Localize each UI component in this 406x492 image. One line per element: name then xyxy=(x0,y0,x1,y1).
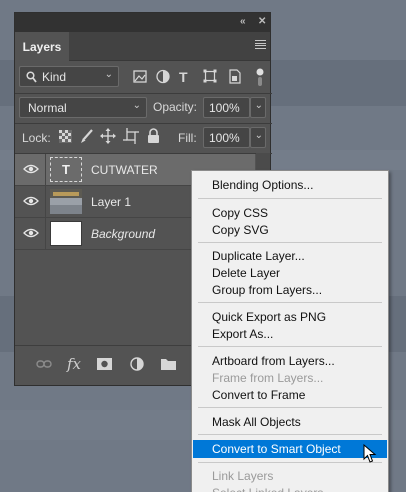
chevron-down-icon: ⌄ xyxy=(132,100,141,111)
panel-tabbar: Layers xyxy=(15,32,270,61)
chevron-down-icon: ⌄ xyxy=(254,130,263,141)
lock-position-icon[interactable] xyxy=(100,128,116,144)
menu-item-copy-svg[interactable]: Copy SVG xyxy=(193,221,387,239)
layer-name: Background xyxy=(91,227,156,241)
visibility-eye-icon[interactable] xyxy=(23,195,39,207)
chevron-down-icon: ⌄ xyxy=(104,69,113,80)
filter-type-icon[interactable]: T xyxy=(179,70,188,84)
filter-adjustment-icon[interactable] xyxy=(156,69,170,84)
visibility-eye-icon[interactable] xyxy=(23,163,39,175)
divider xyxy=(45,218,46,250)
blend-row: Normal ⌄ Opacity: 100% ⌄ xyxy=(15,94,272,122)
filter-smart-object-icon[interactable] xyxy=(228,69,241,84)
menu-separator xyxy=(198,242,382,243)
menu-item-export-as[interactable]: Export As... xyxy=(193,325,387,343)
layer-name: Layer 1 xyxy=(91,195,132,209)
menu-separator xyxy=(198,198,382,199)
filter-row: Kind ⌄ T xyxy=(15,64,272,92)
divider xyxy=(45,186,46,218)
layer-style-fx-icon[interactable]: fx xyxy=(67,355,81,373)
fill-label: Fill: xyxy=(178,131,197,145)
lock-label: Lock: xyxy=(22,131,51,145)
mouse-cursor-icon xyxy=(363,444,377,463)
menu-separator xyxy=(198,346,382,347)
menu-item-delete-layer[interactable]: Delete Layer xyxy=(193,264,387,282)
menu-item-blending-options[interactable]: Blending Options... xyxy=(193,176,387,194)
opacity-dropdown-button[interactable]: ⌄ xyxy=(250,97,266,118)
adjustment-layer-icon[interactable] xyxy=(130,357,144,371)
filter-shape-icon[interactable] xyxy=(203,69,217,83)
filter-kind-dropdown[interactable]: Kind ⌄ xyxy=(19,66,119,87)
menu-item-select-linked-layers: Select Linked Layers xyxy=(193,484,387,492)
menu-item-artboard-from-layers[interactable]: Artboard from Layers... xyxy=(193,352,387,370)
layer-name: CUTWATER xyxy=(91,163,158,177)
filter-kind-label: Kind xyxy=(42,69,67,84)
opacity-input[interactable]: 100% xyxy=(203,97,250,118)
blend-mode-value: Normal xyxy=(28,100,67,115)
add-mask-icon[interactable] xyxy=(97,358,112,370)
image-layer-thumbnail xyxy=(50,189,82,214)
chevron-down-icon: ⌄ xyxy=(254,100,263,111)
type-layer-icon: T xyxy=(62,162,70,177)
menu-item-convert-to-smart-object[interactable]: Convert to Smart Object xyxy=(193,440,387,458)
close-icon[interactable]: ✕ xyxy=(258,16,266,27)
text-layer-thumbnail: T xyxy=(50,157,82,182)
layer-context-menu: Blending Options... Copy CSS Copy SVG Du… xyxy=(191,170,389,492)
fill-input[interactable]: 100% xyxy=(203,127,250,148)
menu-separator xyxy=(198,407,382,408)
menu-item-mask-all-objects[interactable]: Mask All Objects xyxy=(193,413,387,431)
fill-dropdown-button[interactable]: ⌄ xyxy=(250,127,266,148)
search-icon xyxy=(26,71,37,83)
filter-pixel-icon[interactable] xyxy=(133,70,147,83)
new-group-folder-icon[interactable] xyxy=(161,358,176,370)
lock-all-icon[interactable] xyxy=(147,128,160,143)
menu-item-copy-css[interactable]: Copy CSS xyxy=(193,204,387,222)
opacity-label: Opacity: xyxy=(153,100,198,114)
double-chevron-icon[interactable]: « xyxy=(240,16,246,27)
menu-separator xyxy=(198,302,382,303)
menu-separator xyxy=(198,462,382,463)
lock-row: Lock: Fill: 100% ⌄ xyxy=(15,124,272,152)
lock-transparent-pixels-icon[interactable] xyxy=(59,130,72,143)
panel-titlebar: « ✕ xyxy=(15,13,270,32)
lock-artboard-icon[interactable] xyxy=(123,128,139,144)
menu-item-quick-export-png[interactable]: Quick Export as PNG xyxy=(193,308,387,326)
divider xyxy=(45,154,46,186)
blend-mode-dropdown[interactable]: Normal ⌄ xyxy=(19,97,147,118)
menu-item-duplicate-layer[interactable]: Duplicate Layer... xyxy=(193,247,387,265)
menu-item-group-from-layers[interactable]: Group from Layers... xyxy=(193,281,387,299)
menu-item-frame-from-layers: Frame from Layers... xyxy=(212,371,324,385)
filter-toggle-icon[interactable] xyxy=(255,67,265,87)
tab-layers[interactable]: Layers xyxy=(15,32,69,61)
panel-menu-icon[interactable] xyxy=(255,40,266,49)
menu-separator xyxy=(198,434,382,435)
background-layer-thumbnail xyxy=(50,221,82,246)
lock-image-pixels-icon[interactable] xyxy=(79,129,94,144)
menu-item-convert-to-frame[interactable]: Convert to Frame xyxy=(193,386,387,404)
menu-item-link-layers: Link Layers xyxy=(212,469,274,483)
link-layers-icon[interactable] xyxy=(36,359,52,369)
visibility-eye-icon[interactable] xyxy=(23,227,39,239)
